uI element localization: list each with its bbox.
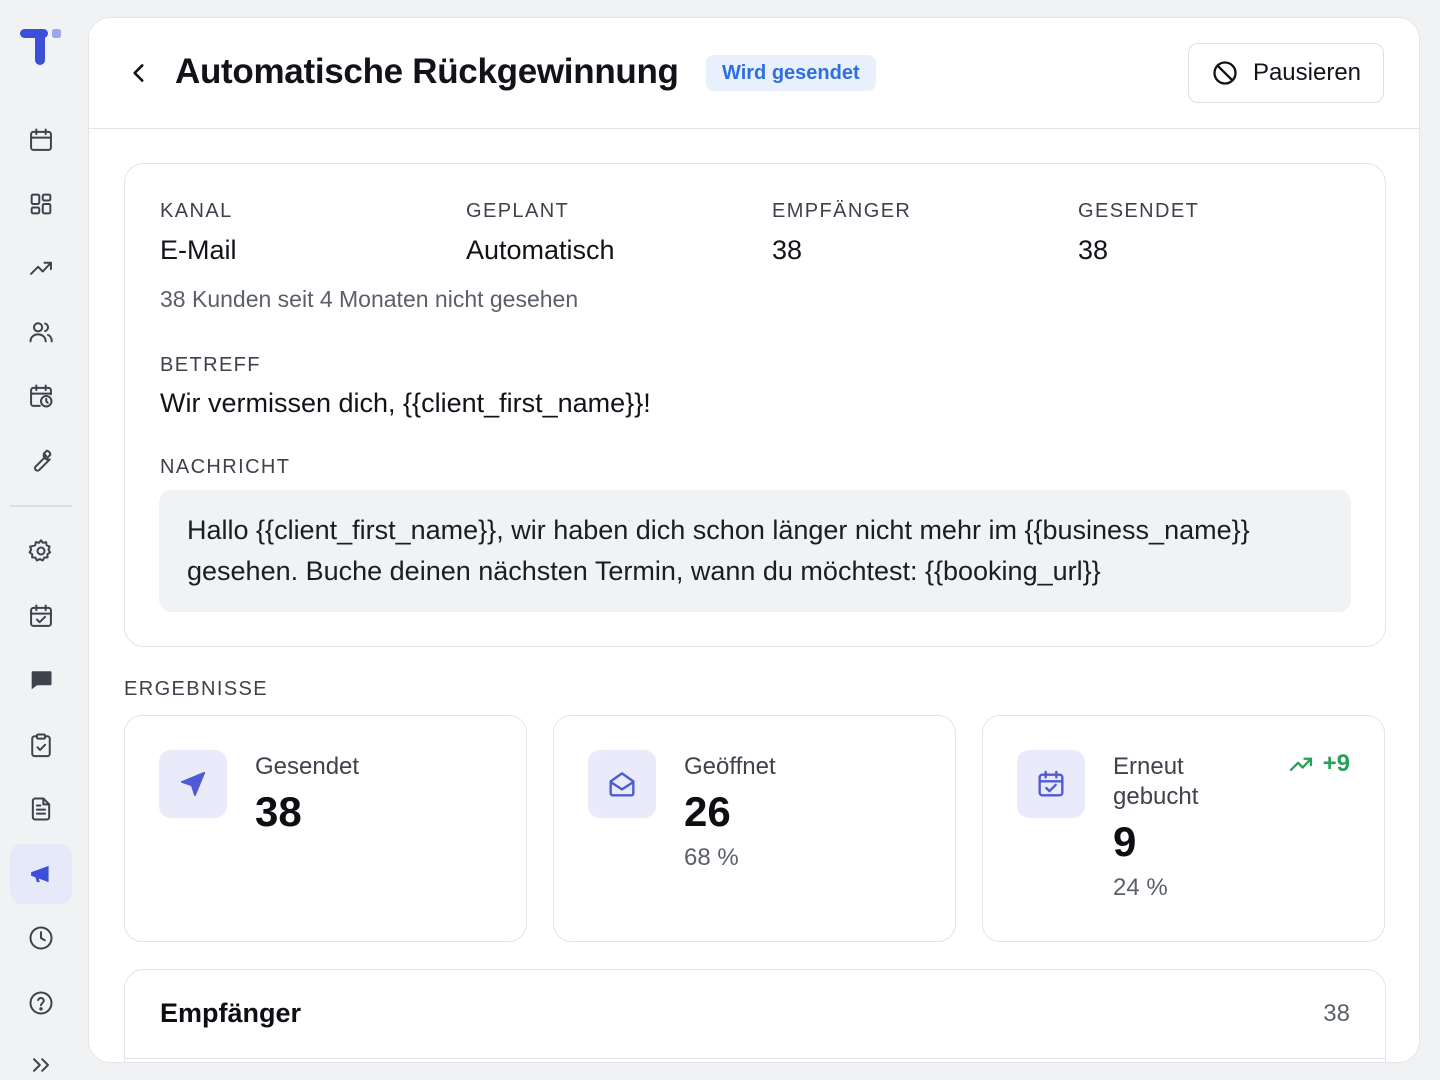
stat-percent: 68 % xyxy=(684,844,739,871)
stat-card-sent: Gesendet 38 xyxy=(124,715,527,942)
sidebar-item-dashboard[interactable] xyxy=(10,174,72,234)
page-header: Automatische Rückgewinnung Wird gesendet… xyxy=(89,18,1419,129)
sidebar-item-clients[interactable] xyxy=(10,302,72,362)
recipients-count: 38 xyxy=(1323,1000,1350,1027)
calendar-clock-icon xyxy=(30,384,53,408)
pause-button[interactable]: Pausieren xyxy=(1188,43,1384,103)
trend-value: +9 xyxy=(1322,750,1350,777)
stat-icon-box xyxy=(159,750,227,818)
sidebar-item-documents[interactable] xyxy=(10,779,72,839)
stat-icon-box xyxy=(588,750,656,818)
sidebar-item-schedule[interactable] xyxy=(10,366,72,426)
stat-label: Geöffnet xyxy=(684,753,776,780)
chevron-left-icon xyxy=(133,64,144,82)
stat-value: 38 xyxy=(255,788,302,835)
pause-button-label: Pausieren xyxy=(1252,59,1362,86)
recipients-label: EMPFÄNGER xyxy=(772,200,912,222)
planned-label: GEPLANT xyxy=(466,200,570,222)
recipients-field: EMPFÄNGER 38 xyxy=(772,200,1072,266)
calendar-check-icon xyxy=(1038,770,1064,797)
status-badge: Wird gesendet xyxy=(706,55,876,91)
sidebar-item-settings[interactable] xyxy=(10,521,72,581)
wrench-icon xyxy=(34,449,52,472)
stat-percent: 24 % xyxy=(1113,874,1168,901)
stat-text: Gesendet 38 xyxy=(255,752,455,836)
stat-label: Erneut gebucht xyxy=(1113,753,1199,810)
trending-icon xyxy=(30,261,52,275)
sidebar-item-analytics[interactable] xyxy=(10,238,72,298)
subject-label: BETREFF xyxy=(160,354,261,376)
users-icon xyxy=(29,322,53,343)
stat-card-rebooked: Erneut gebucht 9 24 % +9 xyxy=(982,715,1385,942)
recipients-card: Empfänger 38 xyxy=(124,969,1386,1062)
sidebar-item-help[interactable] xyxy=(10,973,72,1033)
sent-value: 38 xyxy=(1078,235,1109,265)
stat-text: Geöffnet 26 68 % xyxy=(684,752,884,872)
sidebar xyxy=(0,0,82,1080)
sent-field: GESENDET 38 xyxy=(1078,200,1378,266)
stat-card-opened: Geöffnet 26 68 % xyxy=(553,715,956,942)
back-button[interactable] xyxy=(125,56,153,90)
planned-value: Automatisch xyxy=(466,235,615,265)
document-icon xyxy=(31,797,51,821)
campaign-details-card: KANAL E-Mail GEPLANT Automatisch EMPFÄNG… xyxy=(124,163,1386,647)
dashboard-icon xyxy=(30,193,52,215)
sidebar-expand-button[interactable] xyxy=(10,1040,72,1080)
audience-note: 38 Kunden seit 4 Monaten nicht gesehen xyxy=(160,286,579,312)
app-logo[interactable] xyxy=(20,26,64,70)
sidebar-item-history[interactable] xyxy=(10,908,72,968)
send-icon xyxy=(180,771,206,797)
sidebar-item-campaigns[interactable] xyxy=(10,844,72,904)
expand-icon xyxy=(33,1058,49,1072)
clipboard-check-icon xyxy=(31,733,51,758)
subject-value: Wir vermissen dich, {{client_first_name}… xyxy=(160,388,651,418)
trend-indicator: +9 xyxy=(1287,750,1350,778)
stat-value: 26 xyxy=(684,788,731,835)
page-title: Automatische Rückgewinnung xyxy=(175,52,679,91)
recipients-divider xyxy=(125,1058,1385,1059)
settings-icon xyxy=(28,539,52,562)
recipients-value: 38 xyxy=(772,235,803,265)
clock-icon xyxy=(29,926,53,950)
stat-text: Erneut gebucht 9 24 % xyxy=(1113,752,1273,902)
main-panel: Automatische Rückgewinnung Wird gesendet… xyxy=(88,17,1420,1063)
chat-icon xyxy=(31,671,52,690)
message-body: Hallo {{client_first_name}}, wir haben d… xyxy=(159,490,1351,612)
mail-open-icon xyxy=(609,772,635,797)
sidebar-item-tools[interactable] xyxy=(10,430,72,490)
planned-field: GEPLANT Automatisch xyxy=(466,200,766,266)
recipients-title: Empfänger xyxy=(160,998,302,1028)
channel-field: KANAL E-Mail xyxy=(160,200,460,266)
calendar-icon xyxy=(30,128,52,151)
ban-icon xyxy=(1213,61,1237,85)
sidebar-item-appointments[interactable] xyxy=(10,586,72,646)
sent-label: GESENDET xyxy=(1078,200,1200,222)
channel-label: KANAL xyxy=(160,200,233,222)
sidebar-item-calendar[interactable] xyxy=(10,110,72,170)
message-label: NACHRICHT xyxy=(160,456,291,478)
stat-label: Gesendet xyxy=(255,753,360,780)
megaphone-icon xyxy=(31,865,49,883)
calendar-check-icon xyxy=(30,604,52,627)
sidebar-divider xyxy=(10,505,72,507)
help-icon xyxy=(29,991,53,1015)
sidebar-item-tasks[interactable] xyxy=(10,715,72,775)
stat-icon-box xyxy=(1017,750,1085,818)
stat-value: 9 xyxy=(1113,818,1137,865)
channel-value: E-Mail xyxy=(160,235,237,265)
sidebar-item-messages[interactable] xyxy=(10,650,72,710)
results-heading: ERGEBNISSE xyxy=(124,678,269,700)
trending-up-icon xyxy=(1289,757,1312,771)
